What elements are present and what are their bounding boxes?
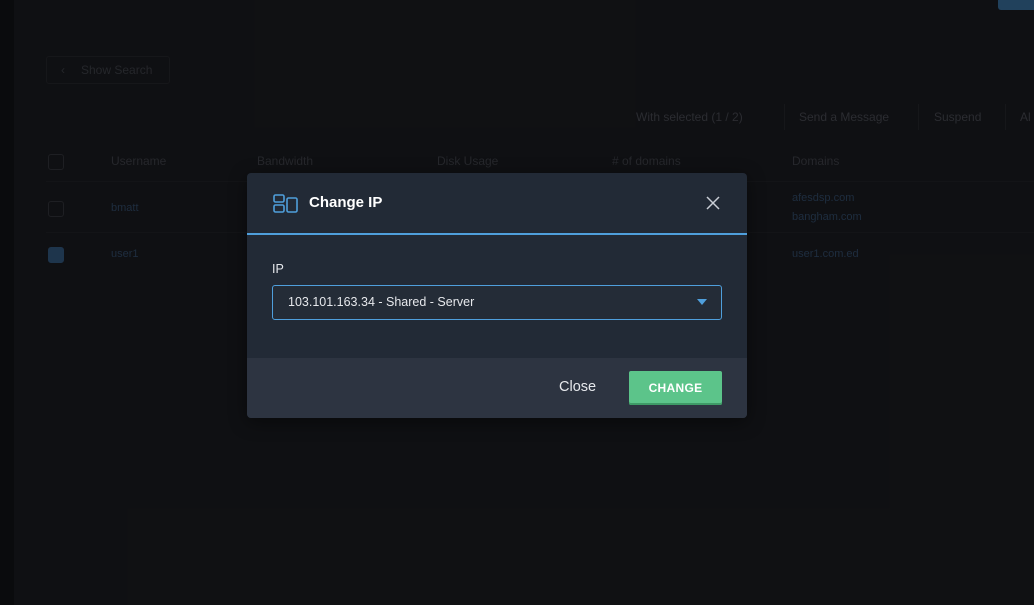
- ip-field-label: IP: [272, 262, 284, 276]
- close-icon[interactable]: [705, 195, 721, 211]
- dialog-title: Change IP: [309, 194, 383, 211]
- ip-select[interactable]: 103.101.163.34 - Shared - Server: [272, 285, 722, 320]
- change-ip-dialog: Change IP IP 103.101.163.34 - Shared - S…: [247, 173, 747, 418]
- change-button[interactable]: CHANGE: [629, 371, 722, 405]
- dialog-footer: Close CHANGE: [247, 358, 747, 418]
- dialog-header: Change IP: [247, 173, 747, 235]
- caret-down-icon: [697, 299, 707, 305]
- ip-select-value: 103.101.163.34 - Shared - Server: [288, 295, 475, 309]
- change-ip-icon: [273, 194, 298, 213]
- close-button[interactable]: Close: [559, 379, 596, 395]
